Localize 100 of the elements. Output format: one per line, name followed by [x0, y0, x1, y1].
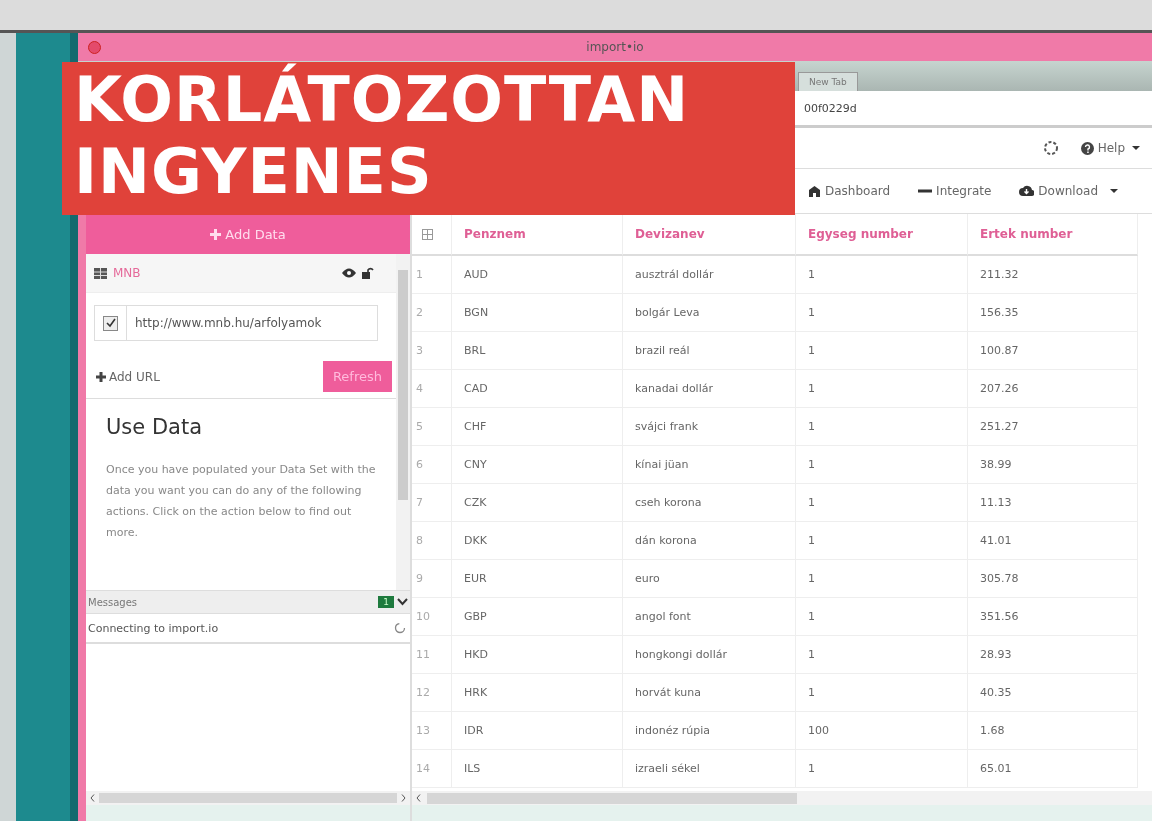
download-button[interactable]: Download: [1015, 182, 1122, 200]
table-cell: 11.13: [968, 484, 1138, 522]
eye-icon[interactable]: [342, 268, 356, 278]
table-cell: 251.27: [968, 408, 1138, 446]
house-icon: [808, 185, 821, 197]
horizontal-scrollbar[interactable]: [86, 791, 410, 805]
add-data-button[interactable]: Add Data: [86, 214, 410, 254]
table-cell: 1: [796, 446, 968, 484]
table-cell: HRK: [452, 674, 623, 712]
lock-icon[interactable]: [362, 267, 374, 279]
caret-icon: [1110, 189, 1118, 193]
table-cell: 100.87: [968, 332, 1138, 370]
table-cell: 1: [796, 674, 968, 712]
table-cell: bolgár Leva: [623, 294, 796, 332]
table-cell: 207.26: [968, 370, 1138, 408]
row-number: 7: [412, 484, 452, 522]
vertical-scrollbar[interactable]: [396, 254, 410, 590]
table-cell: indonéz rúpia: [623, 712, 796, 750]
row-number: 5: [412, 408, 452, 446]
table-cell: 1: [796, 598, 968, 636]
table-cell: kínai jüan: [623, 446, 796, 484]
section-heading: Use Data: [106, 415, 204, 439]
table-cell: CZK: [452, 484, 623, 522]
table-cell: CHF: [452, 408, 623, 446]
table-cell: IDR: [452, 712, 623, 750]
table-cell: svájci frank: [623, 408, 796, 446]
messages-bar[interactable]: Messages 1: [86, 591, 410, 614]
table-cell: 1: [796, 750, 968, 788]
headline-text: INGYENES: [74, 136, 434, 208]
table-cell: HKD: [452, 636, 623, 674]
table-cell: horvát kuna: [623, 674, 796, 712]
table-cell: 38.99: [968, 446, 1138, 484]
spinner-icon: [394, 622, 406, 634]
messages-title: Messages: [88, 596, 138, 608]
table-cell: 1: [796, 636, 968, 674]
dashboard-button[interactable]: Dashboard: [804, 182, 895, 200]
table-cell: euro: [623, 560, 796, 598]
table-cell: 1.68: [968, 712, 1138, 750]
table-cell: 1: [796, 294, 968, 332]
table-cell: GBP: [452, 598, 623, 636]
horizontal-scrollbar[interactable]: [412, 791, 1152, 805]
chevron-down-icon[interactable]: [397, 598, 408, 606]
caret-icon: [1132, 146, 1140, 150]
column-header[interactable]: Ertek number: [968, 214, 1138, 256]
row-number: 12: [412, 674, 452, 712]
add-url-button[interactable]: Add URL: [96, 369, 160, 384]
help-menu[interactable]: Help: [1076, 139, 1144, 157]
spinner-icon: [1042, 140, 1059, 156]
table-cell: 65.01: [968, 750, 1138, 788]
dash-icon: [918, 189, 933, 193]
table-cell: cseh korona: [623, 484, 796, 522]
table-cell: 1: [796, 370, 968, 408]
table-icon: [94, 267, 107, 279]
plus-icon: [210, 228, 222, 240]
table-cell: hongkongi dollár: [623, 636, 796, 674]
table-cell: EUR: [452, 560, 623, 598]
table-cell: izraeli sékel: [623, 750, 796, 788]
row-number: 3: [412, 332, 452, 370]
cloud-download-icon: [1019, 185, 1035, 197]
table-cell: brazil reál: [623, 332, 796, 370]
help-text: Once you have populated your Data Set with the data you want you can do any of the following actions. Click on the action below to find out more.: [106, 462, 377, 541]
table-cell: BRL: [452, 332, 623, 370]
plus-icon: [96, 371, 106, 382]
table-cell: 1: [796, 484, 968, 522]
table-cell: 100: [796, 712, 968, 750]
table-cell: 1: [796, 408, 968, 446]
table-cell: 28.93: [968, 636, 1138, 674]
table-cell: angol font: [623, 598, 796, 636]
table-cell: CNY: [452, 446, 623, 484]
table-cell: 351.56: [968, 598, 1138, 636]
checkbox[interactable]: [103, 315, 118, 331]
table-cell: AUD: [452, 256, 623, 294]
table-cell: DKK: [452, 522, 623, 560]
chevron-left-icon[interactable]: [416, 794, 421, 802]
row-number: 6: [412, 446, 452, 484]
chevron-left-icon[interactable]: [90, 794, 95, 802]
window-title: import•io: [586, 40, 644, 54]
browser-tab[interactable]: New Tab: [798, 72, 858, 91]
table-cell: 1: [796, 332, 968, 370]
question-icon: [1080, 141, 1094, 155]
row-number: 8: [412, 522, 452, 560]
table-cell: 1: [796, 560, 968, 598]
chevron-right-icon[interactable]: [401, 794, 406, 802]
table-cell: 41.01: [968, 522, 1138, 560]
row-number: 14: [412, 750, 452, 788]
row-number: 1: [412, 256, 452, 294]
table-cell: 305.78: [968, 560, 1138, 598]
url-field[interactable]: http://www.mnb.hu/arfolyamok: [94, 305, 378, 341]
integrate-button[interactable]: Integrate: [914, 182, 996, 200]
row-number: 4: [412, 370, 452, 408]
row-number: 9: [412, 560, 452, 598]
row-number: 13: [412, 712, 452, 750]
data-source-name[interactable]: MNB: [113, 266, 141, 280]
row-number: 11: [412, 636, 452, 674]
column-header[interactable]: Egyseg number: [796, 214, 968, 256]
table-cell: 1: [796, 256, 968, 294]
table-cell: kanadai dollár: [623, 370, 796, 408]
grid-icon[interactable]: [422, 228, 433, 240]
table-cell: ausztrál dollár: [623, 256, 796, 294]
message-text: Connecting to import.io: [88, 621, 219, 635]
